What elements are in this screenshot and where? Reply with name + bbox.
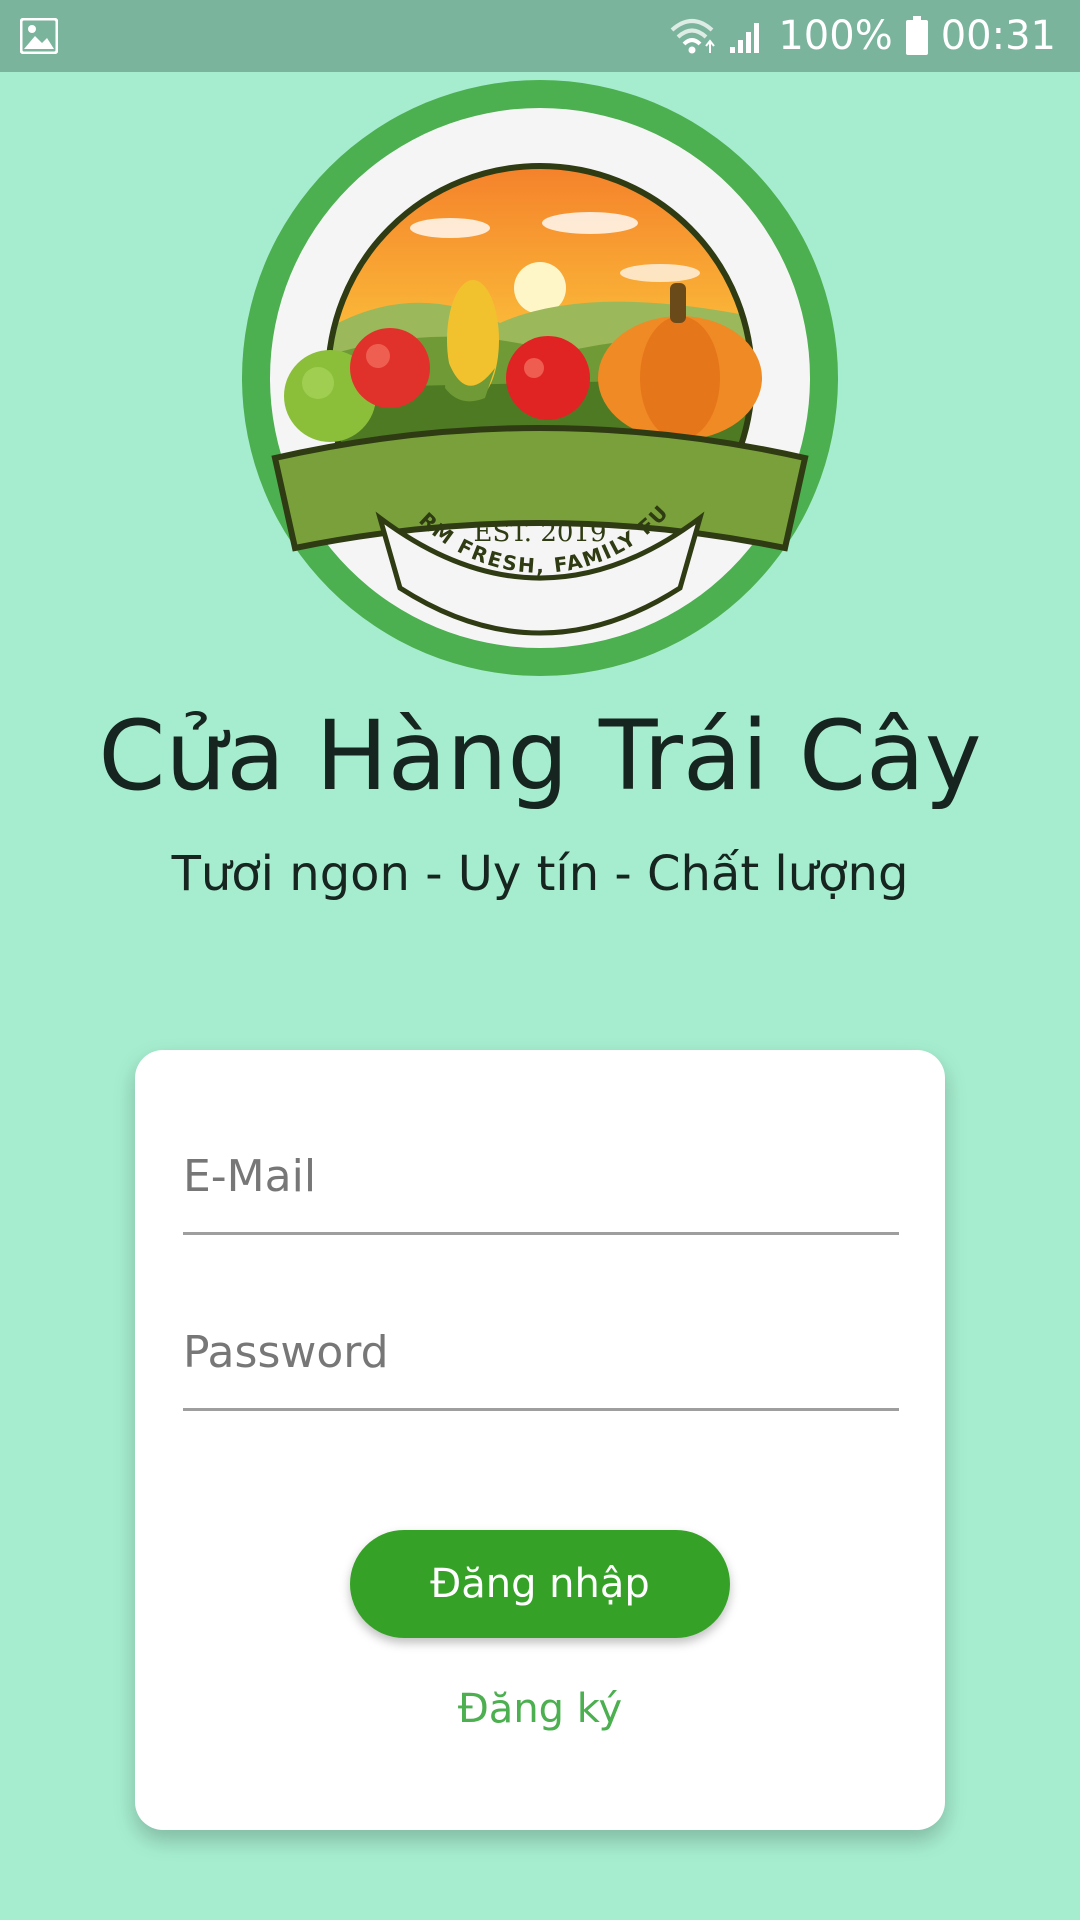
email-field[interactable] (183, 1120, 899, 1235)
register-link[interactable]: Đăng ký (0, 1686, 1080, 1732)
clock-time: 00:31 (940, 13, 1056, 59)
password-input[interactable] (183, 1296, 899, 1408)
wifi-icon (668, 16, 716, 56)
logo-est-text: EST. 2019 (473, 518, 606, 548)
battery-icon (905, 16, 929, 56)
page-subtitle: Tươi ngon - Uy tín - Chất lượng (171, 846, 909, 902)
page-title: Cửa Hàng Trái Cây (98, 700, 982, 812)
password-field[interactable] (183, 1296, 899, 1411)
status-bar: 100% 00:31 (0, 0, 1080, 72)
signal-icon (728, 17, 766, 55)
email-input[interactable] (183, 1120, 899, 1232)
login-button[interactable]: Đăng nhập (350, 1530, 730, 1638)
store-logo: PUMPKINS, APPLE CANONS, TRAIN RIDES, FUN… (231, 59, 840, 678)
status-icons: 100% 00:31 (668, 0, 1056, 72)
gallery-icon (19, 17, 59, 55)
battery-text: 100% (778, 13, 893, 59)
